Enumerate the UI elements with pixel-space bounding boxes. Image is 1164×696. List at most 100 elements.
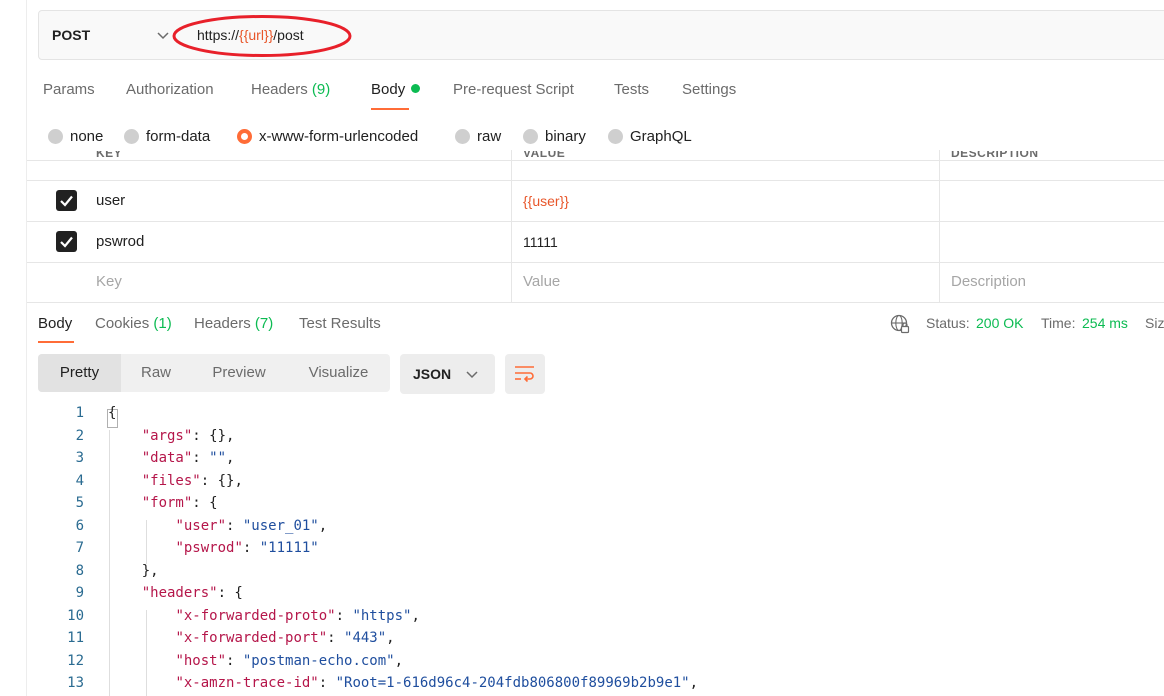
- new-value-input[interactable]: Value: [523, 273, 560, 290]
- code-line: 13 "x-amzn-trace-id": "Root=1-616d96c4-2…: [38, 675, 1164, 696]
- tab-headers-count: (7): [254, 315, 274, 332]
- globe-lock-icon[interactable]: [890, 314, 910, 334]
- response-tab-test-results[interactable]: Test Results: [299, 315, 381, 332]
- table-column-divider: [939, 150, 940, 303]
- view-raw-button[interactable]: Raw: [121, 354, 191, 392]
- chevron-down-icon: [157, 32, 169, 40]
- json-key: "x-forwarded-port": [175, 630, 328, 646]
- response-code-viewer[interactable]: 1{2 "args": {}, 3 "data": "", 4 "files": {…: [38, 405, 1164, 696]
- response-tab-headers[interactable]: Headers (7): [194, 315, 273, 332]
- json-punctuation: :: [327, 630, 345, 646]
- json-key: "form": [141, 495, 193, 511]
- tab-tests[interactable]: Tests: [614, 81, 649, 98]
- line-number: 4: [75, 472, 84, 489]
- response-tab-cookies[interactable]: Cookies (1): [95, 315, 172, 332]
- radio-form-data[interactable]: form-data: [124, 127, 210, 145]
- new-key-input[interactable]: Key: [96, 273, 122, 290]
- code-line: 11 "x-forwarded-port": "443",: [38, 630, 1164, 652]
- method-select[interactable]: POST: [39, 11, 179, 59]
- json-string: "user_01": [242, 517, 319, 534]
- row-checkbox-pswrod[interactable]: [56, 231, 77, 252]
- json-string: "Root=1-616d96c4-204fdb806800f89969b2b9e…: [335, 675, 690, 691]
- column-header-label: DESCRIPTION: [951, 151, 1039, 160]
- json-punctuation: :: [192, 450, 210, 466]
- param-value-cell[interactable]: 11111: [523, 234, 558, 250]
- view-pretty-button[interactable]: Pretty: [38, 354, 121, 392]
- tab-headers[interactable]: Headers (9): [251, 81, 330, 98]
- json-punctuation: [108, 428, 142, 444]
- json-punctuation: {: [108, 405, 117, 421]
- json-punctuation: [108, 495, 142, 511]
- view-preview-button[interactable]: Preview: [191, 354, 287, 392]
- json-key: "headers": [141, 585, 218, 601]
- postman-request-view: POST https://{{url}}/post Params Authori…: [0, 0, 1164, 696]
- radio-binary[interactable]: binary: [523, 127, 586, 145]
- checkmark-icon: [60, 195, 73, 207]
- json-punctuation: ,: [386, 630, 395, 646]
- param-key-cell[interactable]: pswrod: [96, 233, 144, 250]
- tab-body-label: Body: [371, 81, 406, 98]
- radio-x-www-form-urlencoded[interactable]: x-www-form-urlencoded: [237, 127, 418, 145]
- tab-authorization[interactable]: Authorization: [126, 81, 214, 98]
- radio-label: x-www-form-urlencoded: [259, 127, 419, 145]
- tab-settings[interactable]: Settings: [682, 81, 736, 98]
- radio-graphql[interactable]: GraphQL: [608, 127, 692, 145]
- format-label: JSON: [413, 366, 452, 382]
- json-key: "x-amzn-trace-id": [175, 675, 319, 691]
- json-punctuation: [108, 630, 175, 646]
- tab-params[interactable]: Params: [43, 81, 95, 98]
- json-string: "11111": [259, 540, 319, 556]
- view-visualize-button[interactable]: Visualize: [287, 354, 390, 392]
- json-punctuation: : {: [217, 585, 243, 601]
- sidebar-edge: [26, 0, 27, 696]
- code-line: 1{: [38, 405, 1164, 427]
- tab-headers-label: Headers: [251, 81, 308, 98]
- radio-none[interactable]: none: [48, 127, 103, 145]
- json-string: "https": [352, 607, 412, 624]
- code-text: "pswrod": "11111": [108, 540, 319, 556]
- radio-circle: [48, 128, 63, 144]
- radio-raw[interactable]: raw: [455, 127, 501, 145]
- json-key: "data": [141, 450, 193, 466]
- radio-circle: [523, 128, 538, 144]
- radio-circle: [455, 128, 470, 144]
- code-line: 3 "data": "",: [38, 450, 1164, 472]
- radio-circle-selected: [237, 128, 252, 144]
- radio-label: form-data: [146, 127, 211, 145]
- tab-headers-count: (9): [311, 81, 331, 98]
- radio-label: none: [70, 127, 104, 145]
- json-punctuation: [108, 585, 142, 601]
- code-line: 12 "host": "postman-echo.com",: [38, 653, 1164, 675]
- param-key-cell[interactable]: user: [96, 192, 125, 209]
- json-punctuation: : {},: [192, 427, 235, 444]
- response-tab-body[interactable]: Body: [38, 315, 72, 332]
- json-punctuation: ,: [411, 607, 420, 624]
- new-description-input[interactable]: Description: [951, 273, 1026, 290]
- table-divider: [27, 160, 1164, 161]
- active-tab-indicator: [371, 108, 409, 110]
- code-line: 2 "args": {},: [38, 428, 1164, 450]
- radio-label: GraphQL: [630, 127, 692, 145]
- status-label: Status:: [926, 315, 970, 331]
- code-line: 6 "user": "user_01",: [38, 518, 1164, 540]
- table-divider: [27, 262, 1164, 263]
- status-value[interactable]: 200 OK: [976, 315, 1023, 331]
- tab-pre-request-script[interactable]: Pre-request Script: [453, 81, 574, 98]
- time-value[interactable]: 254 ms: [1082, 315, 1128, 331]
- code-line: 7 "pswrod": "11111": [38, 540, 1164, 562]
- json-punctuation: [108, 518, 175, 534]
- format-select[interactable]: JSON: [400, 354, 495, 394]
- wrap-lines-button[interactable]: [505, 354, 545, 394]
- json-string: "postman-echo.com": [242, 652, 395, 669]
- table-column-divider: [511, 150, 512, 303]
- json-punctuation: :: [226, 652, 243, 669]
- line-number: 10: [67, 607, 84, 624]
- json-string: "443": [344, 630, 387, 646]
- json-punctuation: :: [318, 675, 336, 691]
- tab-body[interactable]: Body: [371, 81, 421, 98]
- param-value-cell[interactable]: {{user}}: [523, 193, 569, 209]
- json-string: "": [209, 450, 227, 466]
- row-checkbox-user[interactable]: [56, 190, 77, 211]
- radio-label: raw: [477, 127, 502, 145]
- code-line: 4 "files": {},: [38, 473, 1164, 495]
